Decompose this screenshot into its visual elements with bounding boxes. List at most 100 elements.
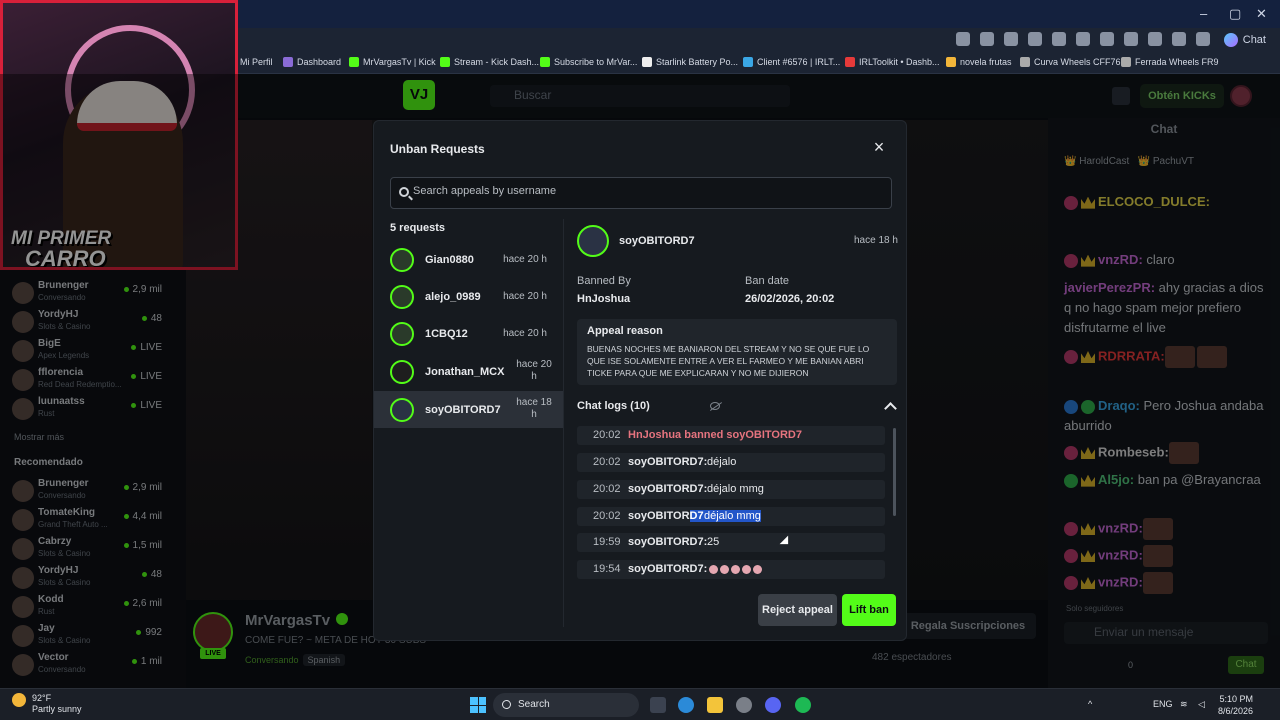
emote-icon (753, 564, 762, 574)
bookmark-item[interactable]: Client #6576 | IRLT... (743, 57, 840, 67)
extension-icon[interactable] (1124, 32, 1138, 46)
bookmark-item[interactable]: Stream - Kick Dash... (440, 57, 539, 67)
extension-icon[interactable] (1004, 32, 1018, 46)
task-view-icon[interactable] (650, 697, 666, 713)
panel-divider (563, 219, 564, 627)
edge-icon[interactable] (678, 697, 694, 713)
request-item[interactable]: Jonathan_MCX hace 20 h (374, 353, 563, 390)
bookmark-icon (845, 57, 855, 67)
spotify-icon[interactable] (795, 697, 811, 713)
network-icon[interactable]: ≋ (1180, 699, 1188, 710)
minimize-icon[interactable]: – (1200, 6, 1207, 21)
extension-icons (956, 32, 1210, 46)
language-indicator[interactable]: ENG (1153, 699, 1173, 709)
extension-icon[interactable] (1076, 32, 1090, 46)
bookmark-item[interactable]: IRLToolkit • Dashb... (845, 57, 940, 67)
emote-icon (742, 564, 751, 574)
avatar (577, 225, 609, 257)
extension-icon[interactable] (1028, 32, 1042, 46)
avatar (390, 248, 414, 272)
volume-icon[interactable]: ◁ (1198, 699, 1205, 710)
request-item-selected[interactable]: soyOBITORD7 hace 18 h (374, 391, 563, 428)
bookmark-icon (283, 57, 293, 67)
appeal-reason-text: BUENAS NOCHES ME BANIARON DEL STREAM Y N… (587, 344, 870, 378)
chat-log-row: 20:02 HnJoshua banned soyOBITORD7 (577, 426, 885, 445)
bookmark-icon (743, 57, 753, 67)
emote-icon (731, 564, 740, 574)
kick-icon (540, 57, 550, 67)
copilot-chat-button[interactable]: Chat (1223, 33, 1266, 47)
reject-appeal-button[interactable]: Reject appeal (758, 594, 837, 626)
kick-icon (440, 57, 450, 67)
bookmark-item[interactable]: Starlink Battery Po... (642, 57, 738, 67)
bookmark-item[interactable]: Ferrada Wheels FR9 (1121, 57, 1219, 67)
emote-row (709, 563, 764, 575)
bookmark-item[interactable]: Subscribe to MrVar... (540, 57, 637, 67)
weather-icon (12, 693, 26, 707)
discord-icon[interactable] (765, 697, 781, 713)
close-window-icon[interactable]: ✕ (1256, 6, 1267, 22)
ban-date-label: Ban date (745, 275, 790, 287)
appeal-reason-box: Appeal reason BUENAS NOCHES ME BANIARON … (577, 319, 897, 385)
chat-log-row-selected: 20:02 soyOBITORD7: déjalo mmg (577, 507, 885, 526)
bookmark-icon (1121, 57, 1131, 67)
banned-by-value: HnJoshua (577, 293, 631, 305)
taskbar-search[interactable]: Search (493, 693, 639, 717)
logs-scrollbar[interactable] (893, 428, 896, 516)
weather-widget[interactable]: 92°F Partly sunny (12, 693, 82, 715)
appeals-search-field[interactable] (390, 177, 892, 209)
extension-icon[interactable] (1100, 32, 1114, 46)
copilot-icon (1223, 33, 1238, 47)
profile-icon[interactable] (1172, 32, 1186, 46)
hidden-eye-icon (710, 402, 720, 410)
bookmark-icon (946, 57, 956, 67)
avatar (390, 285, 414, 309)
chat-log-row: 20:02 soyOBITORD7: déjalo (577, 453, 885, 472)
avatar (390, 322, 414, 346)
reader-icon[interactable] (956, 32, 970, 46)
banned-by-label: Banned By (577, 275, 631, 287)
search-icon (399, 187, 409, 197)
windows-start-icon[interactable] (470, 697, 486, 713)
ban-date-value: 26/02/2026, 20:02 (745, 293, 835, 305)
bookmark-item[interactable]: novela frutas (946, 57, 1012, 67)
unban-requests-modal: Unban Requests × 5 requests Gian0880hace… (373, 120, 907, 641)
avatar (390, 398, 414, 422)
taskbar-clock[interactable]: 5:10 PM 8/6/2026 (1218, 693, 1253, 717)
bookmark-item[interactable]: Curva Wheels CFF76 (1020, 57, 1121, 67)
appeal-time: hace 18 h (854, 235, 898, 246)
request-item[interactable]: 1CBQ12 hace 20 h (374, 315, 563, 352)
request-item[interactable]: Gian0880 hace 20 h (374, 241, 563, 278)
emote-icon (709, 564, 718, 574)
appeal-reason-label: Appeal reason (587, 325, 663, 337)
bookmark-icon (642, 57, 652, 67)
lift-ban-button[interactable]: Lift ban (842, 594, 896, 626)
chat-log-row: 19:54 soyOBITORD7: (577, 560, 885, 579)
bookmark-icon (1020, 57, 1030, 67)
requests-count: 5 requests (390, 222, 446, 234)
star-icon[interactable] (980, 32, 994, 46)
tray-chevron-icon[interactable]: ^ (1088, 699, 1092, 709)
avatar (390, 360, 414, 384)
request-item[interactable]: alejo_0989 hace 20 h (374, 278, 563, 315)
chrome-icon[interactable] (736, 697, 752, 713)
emote-icon (720, 564, 729, 574)
extension-icon[interactable] (1052, 32, 1066, 46)
appeals-search-input[interactable] (413, 185, 873, 197)
windows-taskbar: 92°F Partly sunny Search ^ ENG ≋ ◁ 5:10 P… (0, 688, 1280, 720)
maximize-icon[interactable]: ▢ (1229, 6, 1241, 22)
kick-icon (349, 57, 359, 67)
file-explorer-icon[interactable] (707, 697, 723, 713)
appeal-username: soyOBITORD7 (619, 235, 695, 247)
more-icon[interactable] (1196, 32, 1210, 46)
close-icon[interactable]: × (872, 138, 886, 156)
favorites-icon[interactable] (1148, 32, 1162, 46)
chevron-up-icon[interactable] (885, 401, 895, 411)
chat-log-row: 20:02 soyOBITORD7: déjalo mmg (577, 480, 885, 499)
text-selection: déjalo mmg (704, 510, 761, 522)
chat-logs-title: Chat logs (10) (577, 400, 650, 412)
modal-title: Unban Requests (390, 142, 485, 156)
bookmark-item[interactable]: Dashboard (283, 57, 341, 67)
chat-log-row: 19:59 soyOBITORD7: 25 (577, 533, 885, 552)
bookmark-item[interactable]: MrVargasTv | Kick (349, 57, 436, 67)
